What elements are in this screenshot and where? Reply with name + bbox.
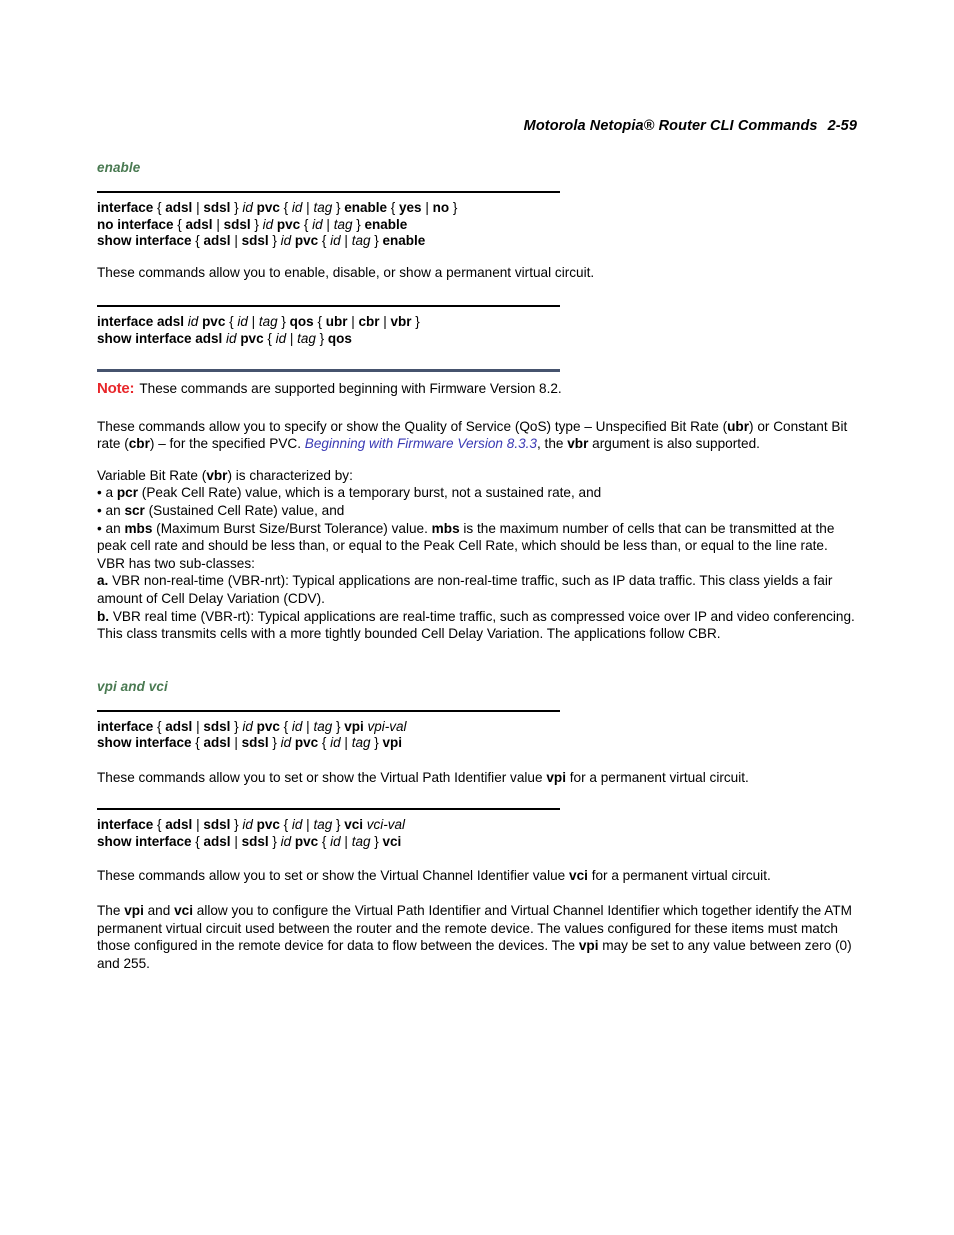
section-heading-vpi-and-vci: vpi and vci bbox=[97, 678, 168, 694]
syntax-line: show interface { adsl | sdsl } id pvc { … bbox=[97, 233, 426, 248]
note-label: Note: bbox=[97, 380, 135, 398]
vbr-description-block: Variable Bit Rate (vbr) is characterized… bbox=[97, 467, 857, 643]
paragraph-vpi-description: These commands allow you to set or show … bbox=[97, 769, 749, 785]
text-line: a. VBR non-real-time (VBR-nrt): Typical … bbox=[97, 573, 833, 607]
text-line: Variable Bit Rate (vbr) is characterized… bbox=[97, 467, 353, 483]
syntax-line: interface { adsl | sdsl } id pvc { id | … bbox=[97, 718, 407, 734]
note-divider bbox=[97, 369, 560, 373]
text-line: b. VBR real time (VBR-rt): Typical appli… bbox=[97, 608, 855, 642]
syntax-line: interface { adsl | sdsl } id pvc { id | … bbox=[97, 817, 406, 833]
cross-reference-link[interactable]: Beginning with Firmware Version 8.3.3 bbox=[305, 436, 537, 451]
text-line: • a pcr (Peak Cell Rate) value, which is… bbox=[97, 485, 602, 501]
page-number: 2-59 bbox=[827, 118, 857, 134]
section-heading-enable: enable bbox=[97, 160, 141, 175]
syntax-line: interface { adsl | sdsl } id pvc { id | … bbox=[97, 200, 458, 215]
syntax-line: show interface adsl id pvc { id | tag } … bbox=[97, 330, 352, 346]
note-block: Note: These commands are supported beginn… bbox=[97, 380, 857, 398]
paragraph-enable-description: These commands allow you to enable, disa… bbox=[97, 264, 595, 280]
syntax-block-vpi: interface { adsl | sdsl } id pvc { id | … bbox=[97, 709, 560, 752]
syntax-line: interface adsl id pvc { id | tag } qos {… bbox=[97, 314, 420, 330]
page-body: enable interface { adsl | sdsl } id pvc … bbox=[97, 160, 857, 972]
paragraph-qos-description: These commands allow you to specify or s… bbox=[97, 418, 848, 452]
syntax-block-enable: interface { adsl | sdsl } id pvc { id | … bbox=[97, 191, 560, 250]
text-line: • an mbs (Maximum Burst Size/Burst Toler… bbox=[97, 520, 835, 554]
running-header: Motorola Netopia® Router CLI Commands 2-5… bbox=[524, 118, 857, 134]
syntax-line: show interface { adsl | sdsl } id pvc { … bbox=[97, 735, 402, 751]
document-page: Motorola Netopia® Router CLI Commands 2-5… bbox=[0, 0, 954, 1235]
running-header-title: Motorola Netopia® Router CLI Commands bbox=[523, 118, 818, 134]
syntax-block-qos: interface adsl id pvc { id | tag } qos {… bbox=[97, 305, 560, 347]
paragraph-vpi-vci-summary: The vpi and vci allow you to configure t… bbox=[97, 903, 852, 971]
note-text: These commands are supported beginning w… bbox=[139, 381, 562, 397]
syntax-block-vci: interface { adsl | sdsl } id pvc { id | … bbox=[97, 808, 560, 850]
text-line: VBR has two sub-classes: bbox=[97, 555, 255, 571]
text-line: • an scr (Sustained Cell Rate) value, an… bbox=[97, 503, 345, 519]
syntax-line: show interface { adsl | sdsl } id pvc { … bbox=[97, 833, 402, 849]
syntax-line: no interface { adsl | sdsl } id pvc { id… bbox=[97, 216, 408, 232]
paragraph-vci-description: These commands allow you to set or show … bbox=[97, 868, 771, 884]
